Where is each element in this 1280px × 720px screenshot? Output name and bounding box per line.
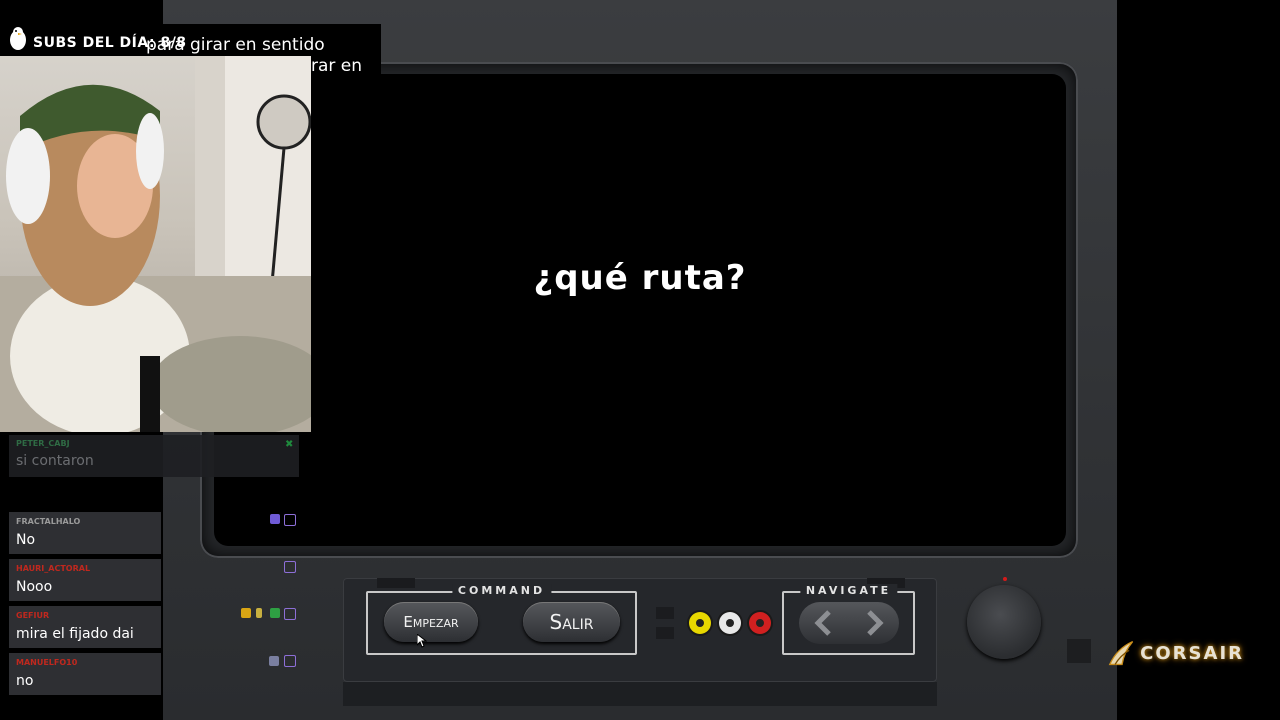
chat-text: no [16, 673, 34, 689]
chat-bubble-icon [284, 514, 296, 526]
chat-text: si contaron [16, 453, 94, 469]
chat-bubble-icon [284, 608, 296, 620]
chat-bubble-icon [284, 655, 296, 667]
check-badge-icon [270, 608, 280, 618]
panel-slot-bottom [656, 627, 674, 639]
exit-button-label: Salir [549, 610, 594, 634]
screen-title: ¿qué ruta? [533, 258, 747, 298]
tv-button-square [1067, 639, 1091, 663]
chat-faded-message: PETER_CABJ si contaron ✖ [9, 435, 299, 477]
chevron-right-icon [867, 610, 884, 636]
tv-knob[interactable] [967, 585, 1041, 659]
power-led [1003, 577, 1007, 581]
chat-message: MANUELFO10 no [9, 653, 161, 695]
webcam-feed [0, 56, 311, 432]
chat-bubble-icon [284, 561, 296, 573]
chevron-left-icon [814, 610, 831, 636]
previous-button[interactable] [799, 602, 849, 644]
crown-icon [241, 608, 251, 618]
sub-badge-icon [270, 514, 280, 524]
mod-badge-icon: ✖ [285, 439, 294, 450]
panel-foot [343, 682, 937, 706]
chat-username: GEFIUR [16, 611, 50, 620]
corsair-sails-icon [1108, 640, 1134, 666]
webcam-scene [0, 56, 311, 432]
chat-text: Nooo [16, 579, 53, 595]
rca-jack-red [749, 612, 771, 634]
command-title: COMMAND [451, 584, 552, 597]
chat-message: GEFIUR mira el fijado dai [9, 606, 161, 648]
next-button[interactable] [849, 602, 899, 644]
chat-text: mira el fijado dai [16, 626, 134, 642]
ticker-line-1: para girar en sentido [146, 35, 325, 55]
gift-icon [256, 608, 262, 618]
start-button[interactable]: Empezar [384, 602, 478, 642]
chat-username: MANUELFO10 [16, 658, 78, 667]
panel-vent-left [377, 578, 415, 588]
rca-jack-yellow [689, 612, 711, 634]
chat-username: HAURI_ACTORAL [16, 564, 91, 573]
sponsor-name: CORSAIR [1140, 642, 1244, 664]
ticker-line-2: rar en [311, 56, 363, 76]
rca-jack-white [719, 612, 741, 634]
panel-slot-top [656, 607, 674, 619]
chat-text: No [16, 532, 36, 548]
start-button-label: Empezar [403, 613, 459, 631]
chat-message: HAURI_ACTORAL Nooo [9, 559, 161, 601]
chat-username: PETER_CABJ [16, 439, 70, 448]
chat-username: FRACTALHALO [16, 517, 81, 526]
exit-button[interactable]: Salir [523, 602, 620, 642]
tv-screen: ¿qué ruta? [214, 74, 1066, 546]
penguin-icon [10, 27, 26, 50]
corsair-logo: CORSAIR [1108, 637, 1244, 669]
chat-message: FRACTALHALO No [9, 512, 161, 554]
glasses-icon [269, 656, 279, 666]
mouse-cursor-icon [417, 634, 427, 648]
navigate-title: NAVIGATE [799, 584, 898, 597]
